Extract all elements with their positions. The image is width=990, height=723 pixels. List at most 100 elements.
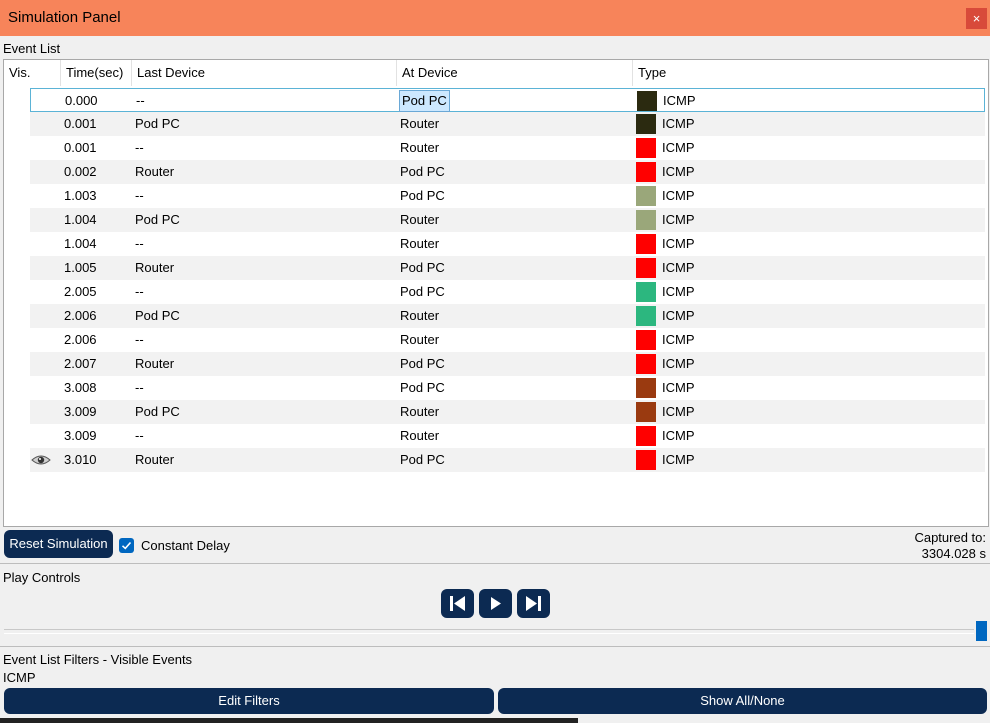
- last-device-cell: --: [135, 284, 144, 299]
- column-header-type[interactable]: Type: [633, 60, 988, 86]
- column-header-at-device[interactable]: At Device: [397, 60, 633, 86]
- last-device-cell: Pod PC: [135, 116, 180, 131]
- back-step-button[interactable]: [441, 589, 474, 618]
- table-row[interactable]: 2.006 Pod PC Router ICMP: [30, 304, 985, 328]
- type-cell: ICMP: [662, 380, 695, 395]
- at-device-cell: Pod PC: [400, 164, 445, 179]
- type-color-swatch[interactable]: [636, 210, 656, 230]
- type-cell: ICMP: [662, 116, 695, 131]
- constant-delay-checkbox[interactable]: [119, 538, 134, 553]
- time-cell: 1.004: [64, 236, 97, 251]
- type-cell: ICMP: [662, 428, 695, 443]
- divider: [0, 563, 990, 564]
- play-controls-label: Play Controls: [3, 570, 81, 585]
- type-color-swatch[interactable]: [636, 258, 656, 278]
- play-button[interactable]: [479, 589, 512, 618]
- at-device-cell: Pod PC: [400, 356, 445, 371]
- last-device-cell: --: [135, 332, 144, 347]
- table-row[interactable]: 1.004 -- Router ICMP: [30, 232, 985, 256]
- time-cell: 3.008: [64, 380, 97, 395]
- time-cell: 2.006: [64, 332, 97, 347]
- reset-simulation-button[interactable]: Reset Simulation: [4, 530, 113, 558]
- type-color-swatch[interactable]: [636, 402, 656, 422]
- window-title: Simulation Panel: [8, 9, 121, 26]
- table-row[interactable]: 2.007 Router Pod PC ICMP: [30, 352, 985, 376]
- captured-to-value: 3304.028 s: [921, 546, 986, 561]
- at-device-cell: Router: [400, 332, 440, 347]
- type-color-swatch[interactable]: [636, 306, 656, 326]
- at-device-cell: Router: [400, 236, 440, 251]
- at-device-cell: Router: [400, 212, 440, 227]
- type-cell: ICMP: [662, 212, 695, 227]
- table-row[interactable]: 1.003 -- Pod PC ICMP: [30, 184, 985, 208]
- last-device-cell: Pod PC: [135, 212, 180, 227]
- type-color-swatch[interactable]: [636, 378, 656, 398]
- forward-step-icon: [526, 596, 541, 611]
- type-cell: ICMP: [662, 260, 695, 275]
- table-row[interactable]: 1.004 Pod PC Router ICMP: [30, 208, 985, 232]
- eye-icon[interactable]: [31, 453, 51, 467]
- back-step-icon: [450, 596, 465, 611]
- event-list-table[interactable]: Vis. Time(sec) Last Device At Device Typ…: [3, 59, 989, 527]
- column-header-last-device[interactable]: Last Device: [132, 60, 397, 86]
- last-device-cell: --: [135, 188, 144, 203]
- column-header-time[interactable]: Time(sec): [61, 60, 132, 86]
- table-row[interactable]: 3.009 Pod PC Router ICMP: [30, 400, 985, 424]
- at-device-cell: Pod PC: [400, 284, 445, 299]
- table-row[interactable]: 3.008 -- Pod PC ICMP: [30, 376, 985, 400]
- type-color-swatch[interactable]: [636, 186, 656, 206]
- last-device-cell: --: [135, 236, 144, 251]
- table-row[interactable]: 0.002 Router Pod PC ICMP: [30, 160, 985, 184]
- type-color-swatch[interactable]: [636, 162, 656, 182]
- type-color-swatch[interactable]: [636, 450, 656, 470]
- time-cell: 1.004: [64, 212, 97, 227]
- type-color-swatch[interactable]: [636, 426, 656, 446]
- close-icon: ×: [972, 11, 981, 26]
- at-device-cell: Pod PC: [400, 452, 445, 467]
- playback-slider-track[interactable]: [4, 629, 974, 634]
- table-row[interactable]: 0.001 -- Router ICMP: [30, 136, 985, 160]
- last-device-cell: --: [135, 140, 144, 155]
- type-color-swatch[interactable]: [636, 354, 656, 374]
- event-list-label: Event List: [3, 41, 61, 56]
- type-color-swatch[interactable]: [636, 282, 656, 302]
- type-color-swatch[interactable]: [637, 91, 657, 111]
- table-row[interactable]: 0.001 Pod PC Router ICMP: [30, 112, 985, 136]
- table-row[interactable]: 1.005 Router Pod PC ICMP: [30, 256, 985, 280]
- close-button[interactable]: ×: [966, 8, 987, 29]
- last-device-cell: Router: [135, 260, 175, 275]
- forward-step-button[interactable]: [517, 589, 550, 618]
- table-row[interactable]: 2.005 -- Pod PC ICMP: [30, 280, 985, 304]
- type-cell: ICMP: [662, 308, 695, 323]
- time-cell: 0.001: [64, 116, 97, 131]
- table-row[interactable]: 3.009 -- Router ICMP: [30, 424, 985, 448]
- checkmark-icon: [121, 541, 132, 550]
- at-device-cell: Router: [400, 428, 440, 443]
- type-cell: ICMP: [662, 452, 695, 467]
- column-header-vis[interactable]: Vis.: [4, 60, 61, 86]
- type-cell: ICMP: [662, 140, 695, 155]
- table-row[interactable]: 0.000 -- Pod PC ICMP: [30, 88, 985, 112]
- type-cell: ICMP: [662, 404, 695, 419]
- type-color-swatch[interactable]: [636, 330, 656, 350]
- type-color-swatch[interactable]: [636, 234, 656, 254]
- last-device-cell: --: [136, 93, 145, 108]
- at-device-cell: Router: [400, 404, 440, 419]
- table-header: Vis. Time(sec) Last Device At Device Typ…: [4, 60, 988, 86]
- last-device-cell: Router: [135, 356, 175, 371]
- last-device-cell: Pod PC: [135, 404, 180, 419]
- title-bar: Simulation Panel ×: [0, 0, 990, 36]
- last-device-cell: Pod PC: [135, 308, 180, 323]
- time-cell: 3.009: [64, 404, 97, 419]
- type-color-swatch[interactable]: [636, 114, 656, 134]
- table-row[interactable]: 2.006 -- Router ICMP: [30, 328, 985, 352]
- type-color-swatch[interactable]: [636, 138, 656, 158]
- at-device-cell: Router: [400, 116, 440, 131]
- time-cell: 1.003: [64, 188, 97, 203]
- edit-filters-button[interactable]: Edit Filters: [4, 688, 494, 714]
- table-row[interactable]: 3.010 Router Pod PC ICMP: [30, 448, 985, 472]
- at-device-cell: Router: [400, 308, 440, 323]
- playback-slider-thumb[interactable]: [976, 621, 987, 641]
- show-all-none-button[interactable]: Show All/None: [498, 688, 987, 714]
- at-device-cell: Pod PC: [400, 188, 445, 203]
